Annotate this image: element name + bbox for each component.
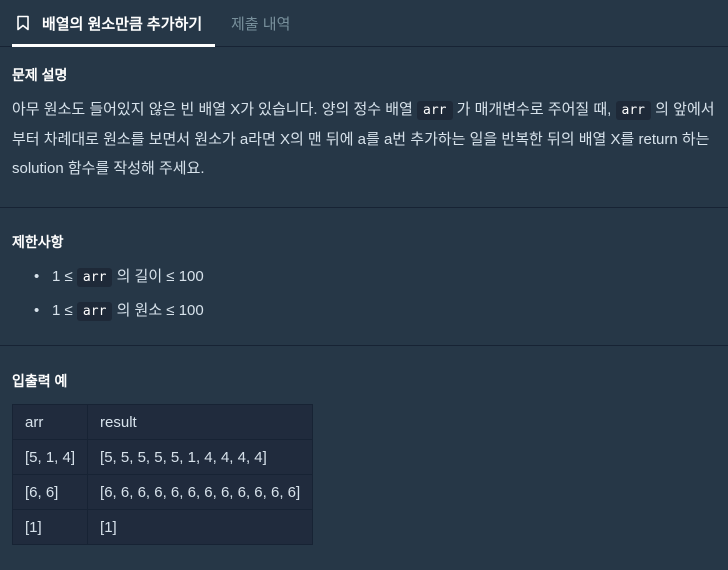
examples-heading: 입출력 예 [12,373,68,389]
problem-content: 문제 설명 아무 원소도 들어있지 않은 빈 배열 X가 있습니다. 양의 정수… [0,47,728,545]
description-text: 아무 원소도 들어있지 않은 빈 배열 X가 있습니다. 양의 정수 배열 ar… [12,101,715,177]
table-header-cell: arr [11,404,89,440]
inline-code: arr [76,268,113,287]
table-row: [6, 6] [6, 6, 6, 6, 6, 6, 6, 6, 6, 6, 6,… [11,474,314,510]
table-row: [5, 1, 4] [5, 5, 5, 5, 5, 1, 4, 4, 4, 4] [11,439,314,475]
constraint-item: 1 ≤ arr 의 길이 ≤ 100 [34,260,716,294]
tab-submissions[interactable]: 제출 내역 [231,0,290,46]
tab-problem-label: 배열의 원소만큼 추가하기 [42,15,203,33]
tab-bar: 배열의 원소만큼 추가하기 제출 내역 [0,0,728,47]
table-cell: [5, 5, 5, 5, 5, 1, 4, 4, 4, 4] [87,439,314,475]
constraints-list: 1 ≤ arr 의 길이 ≤ 100 1 ≤ arr 의 원소 ≤ 100 [12,260,716,328]
description-heading: 문제 설명 [12,67,68,83]
constraint-item: 1 ≤ arr 의 원소 ≤ 100 [34,294,716,328]
table-cell: [1] [11,509,89,545]
inline-code: arr [76,302,113,321]
table-row: [1] [1] [11,509,314,545]
io-table: arr result [5, 1, 4] [5, 5, 5, 5, 5, 1, … [11,404,314,545]
bookmark-icon [16,15,30,31]
tab-problem[interactable]: 배열의 원소만큼 추가하기 [12,0,215,47]
table-cell: [1] [87,509,314,545]
inline-code: arr [615,101,652,120]
inline-code: arr [417,101,453,120]
table-cell: [6, 6, 6, 6, 6, 6, 6, 6, 6, 6, 6, 6] [87,474,314,510]
table-header-cell: result [87,404,314,440]
table-cell: [5, 1, 4] [11,439,89,475]
constraints-heading: 제한사항 [12,234,64,250]
table-cell: [6, 6] [11,474,89,510]
table-header-row: arr result [11,404,314,440]
